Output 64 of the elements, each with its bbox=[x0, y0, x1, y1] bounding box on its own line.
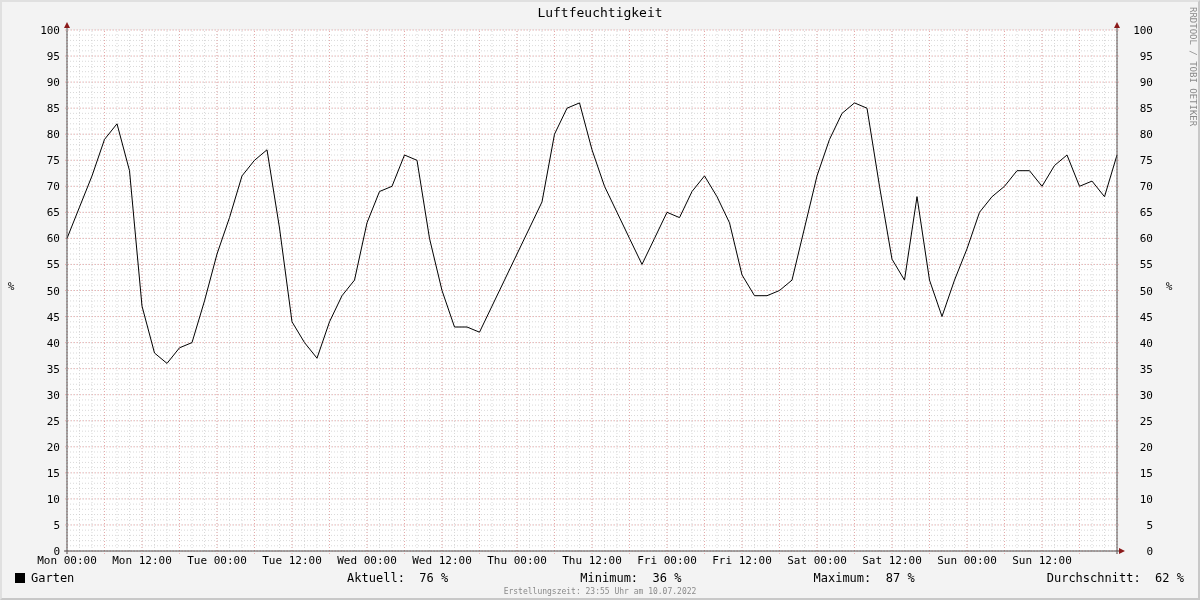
y-tick-label: 75 bbox=[1139, 154, 1153, 168]
y-tick-label: 70 bbox=[46, 180, 60, 194]
legend-stat: Minimum: 36 % bbox=[580, 570, 682, 585]
y-tick-label: 45 bbox=[1139, 310, 1153, 324]
chart-title: Luftfeuchtigkeit bbox=[537, 5, 663, 21]
y-tick-label: 100 bbox=[1133, 24, 1153, 37]
y-tick-label: 30 bbox=[1139, 388, 1153, 402]
y-tick-label: 5 bbox=[1146, 518, 1153, 532]
x-tick-label: Sun 00:00 bbox=[937, 554, 997, 567]
y-tick-label: 35 bbox=[46, 362, 60, 376]
x-tick-label: Sun 12:00 bbox=[1012, 554, 1072, 567]
y-tick-label: 60 bbox=[1139, 232, 1153, 246]
y-tick-label: 45 bbox=[46, 310, 60, 324]
y-tick-label: 0 bbox=[1146, 545, 1153, 558]
y-tick-label: 90 bbox=[46, 76, 60, 90]
y-tick-label: 65 bbox=[1139, 206, 1153, 220]
x-tick-label: Fri 12:00 bbox=[712, 554, 772, 567]
y-tick-label: 100 bbox=[40, 24, 60, 37]
y-tick-label: 50 bbox=[46, 284, 60, 298]
y-tick-label: 40 bbox=[46, 336, 60, 350]
y-tick-label: 85 bbox=[46, 102, 60, 116]
y-tick-label: 15 bbox=[1139, 466, 1153, 480]
y-tick-label: 80 bbox=[46, 128, 60, 142]
y-tick-label: 85 bbox=[1139, 102, 1153, 116]
x-tick-label: Thu 00:00 bbox=[487, 554, 547, 567]
y-tick-label: 90 bbox=[1139, 76, 1153, 90]
y-tick-label: 70 bbox=[1139, 180, 1153, 194]
x-tick-label: Wed 00:00 bbox=[337, 554, 397, 567]
y-tick-label: 75 bbox=[46, 154, 60, 168]
y-tick-label: 25 bbox=[1139, 414, 1153, 428]
y-tick-label: 95 bbox=[1139, 50, 1153, 64]
y-tick-label: 55 bbox=[1139, 258, 1153, 272]
y-tick-label: 20 bbox=[1139, 440, 1153, 454]
x-tick-label: Mon 12:00 bbox=[112, 554, 172, 567]
x-tick-label: Fri 00:00 bbox=[637, 554, 697, 567]
x-tick-label: Tue 00:00 bbox=[187, 554, 247, 567]
x-tick-label: Sat 00:00 bbox=[787, 554, 847, 567]
y-tick-label: 10 bbox=[46, 492, 60, 506]
y-tick-label: 15 bbox=[46, 466, 60, 480]
y-tick-label: 35 bbox=[1139, 362, 1153, 376]
legend-stat: Durchschnitt: 62 % bbox=[1046, 570, 1184, 585]
y-tick-label: 65 bbox=[46, 206, 60, 220]
y-tick-label: 20 bbox=[46, 440, 60, 454]
x-tick-label: Wed 12:00 bbox=[412, 554, 472, 567]
creation-time: Erstellungszeit: 23:55 Uhr am 10.07.2022 bbox=[503, 587, 697, 596]
x-tick-label: Tue 12:00 bbox=[262, 554, 322, 567]
y-axis-label: % bbox=[1164, 280, 1174, 293]
y-tick-label: 5 bbox=[53, 518, 60, 532]
x-tick-label: Sat 12:00 bbox=[862, 554, 922, 567]
y-tick-label: 60 bbox=[46, 232, 60, 246]
legend-stat: Maximum: 87 % bbox=[813, 570, 915, 585]
y-tick-label: 10 bbox=[1139, 492, 1153, 506]
watermark-text: RRDTOOL / TOBI OETIKER bbox=[1188, 7, 1198, 127]
legend-label: Garten bbox=[31, 570, 75, 585]
y-axis-label: % bbox=[6, 280, 16, 293]
y-tick-label: 25 bbox=[46, 414, 60, 428]
y-tick-label: 80 bbox=[1139, 128, 1153, 142]
y-tick-label: 55 bbox=[46, 258, 60, 272]
y-tick-label: 30 bbox=[46, 388, 60, 402]
legend-stat: Aktuell: 76 % bbox=[347, 570, 449, 585]
x-tick-label: Thu 12:00 bbox=[562, 554, 622, 567]
y-tick-label: 40 bbox=[1139, 336, 1153, 350]
y-tick-label: 50 bbox=[1139, 284, 1153, 298]
y-tick-label: 95 bbox=[46, 50, 60, 64]
